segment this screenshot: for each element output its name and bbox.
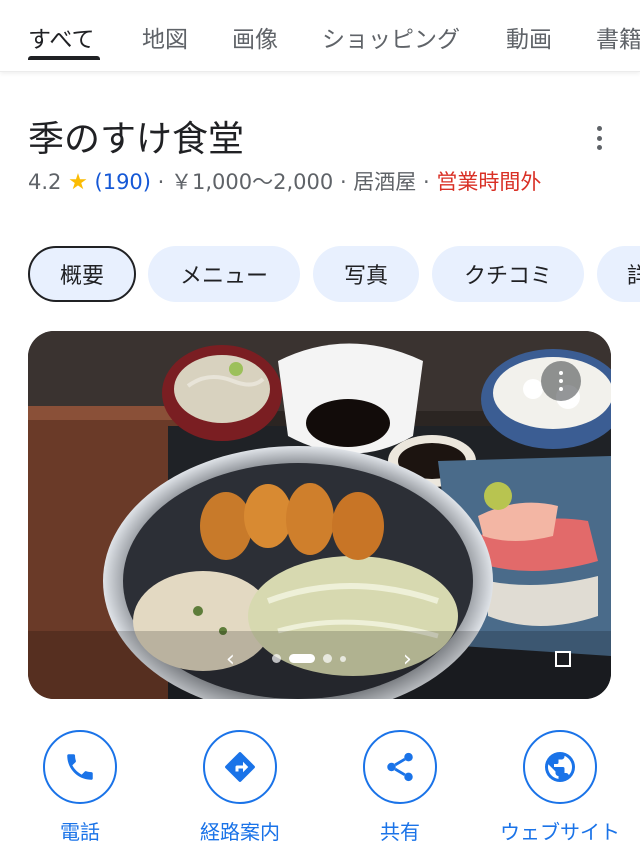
call-button[interactable]: 電話 xyxy=(10,730,150,845)
gallery-indicator xyxy=(272,654,346,663)
price-range: ￥1,000〜2,000 xyxy=(171,170,334,194)
dot xyxy=(596,126,602,131)
photo-options-button[interactable] xyxy=(541,361,581,401)
directions-button[interactable]: 経路案内 xyxy=(170,730,310,845)
tab-maps[interactable]: 地図 xyxy=(142,20,188,54)
chip-overview[interactable]: 概要 xyxy=(28,246,136,302)
food-photo-image xyxy=(28,331,611,699)
gallery-dot xyxy=(340,655,346,662)
chip-reviews[interactable]: クチコミ xyxy=(432,246,584,302)
chip-menu[interactable]: メニュー xyxy=(148,246,300,302)
previous-photo-button[interactable]: ‹ xyxy=(226,647,235,672)
phone-icon[interactable] xyxy=(43,730,117,804)
rating-value: 4.2 xyxy=(28,170,62,194)
gallery-dot-active xyxy=(289,654,315,663)
dot xyxy=(559,371,563,375)
tab-videos[interactable]: 動画 xyxy=(506,20,552,54)
directions-label: 経路案内 xyxy=(200,820,280,844)
more-options-button[interactable] xyxy=(586,120,612,156)
star-icon: ★ xyxy=(68,170,88,195)
review-count-link[interactable]: (190) xyxy=(95,170,151,194)
gallery-dot xyxy=(272,654,281,663)
share-button[interactable]: 共有 xyxy=(330,730,470,845)
website-button[interactable]: ウェブサイト xyxy=(490,730,630,845)
separator: · xyxy=(333,170,354,194)
tab-books[interactable]: 書籍 xyxy=(596,20,640,54)
dot xyxy=(596,135,602,141)
tab-images[interactable]: 画像 xyxy=(232,20,278,54)
separator: · xyxy=(150,170,172,194)
gallery-dot xyxy=(323,654,332,663)
place-photo[interactable]: ‹ › xyxy=(28,331,611,699)
website-label: ウェブサイト xyxy=(500,820,620,844)
globe-icon[interactable] xyxy=(523,730,597,804)
dot xyxy=(596,145,602,150)
place-title: 季のすけ食堂 xyxy=(28,119,245,160)
dot xyxy=(559,387,563,391)
section-chips: 概要 メニュー 写真 クチコミ 詳細 xyxy=(28,246,640,304)
dot xyxy=(559,379,563,383)
share-icon[interactable] xyxy=(363,730,437,804)
tab-shopping[interactable]: ショッピング xyxy=(322,20,460,54)
share-label: 共有 xyxy=(380,820,420,844)
separator: · xyxy=(416,170,437,194)
fullscreen-icon[interactable] xyxy=(555,651,571,667)
next-photo-button[interactable]: › xyxy=(403,647,412,672)
call-label: 電話 xyxy=(60,820,100,844)
chip-details[interactable]: 詳細 xyxy=(597,246,640,302)
directions-icon[interactable] xyxy=(203,730,277,804)
tab-all[interactable]: すべて xyxy=(28,20,94,54)
category: 居酒屋 xyxy=(353,170,417,194)
chip-photos[interactable]: 写真 xyxy=(313,246,419,302)
action-buttons: 電話 経路案内 共有 ウェブサイト xyxy=(0,730,640,853)
active-tab-indicator xyxy=(28,56,100,60)
open-status[interactable]: 営業時間外 xyxy=(436,170,541,194)
place-info: 4.2 ★ (190) · ￥1,000〜2,000 · 居酒屋 · 営業時間外 xyxy=(28,165,568,200)
search-tabs: すべて 地図 画像 ショッピング 動画 書籍 xyxy=(0,0,640,72)
